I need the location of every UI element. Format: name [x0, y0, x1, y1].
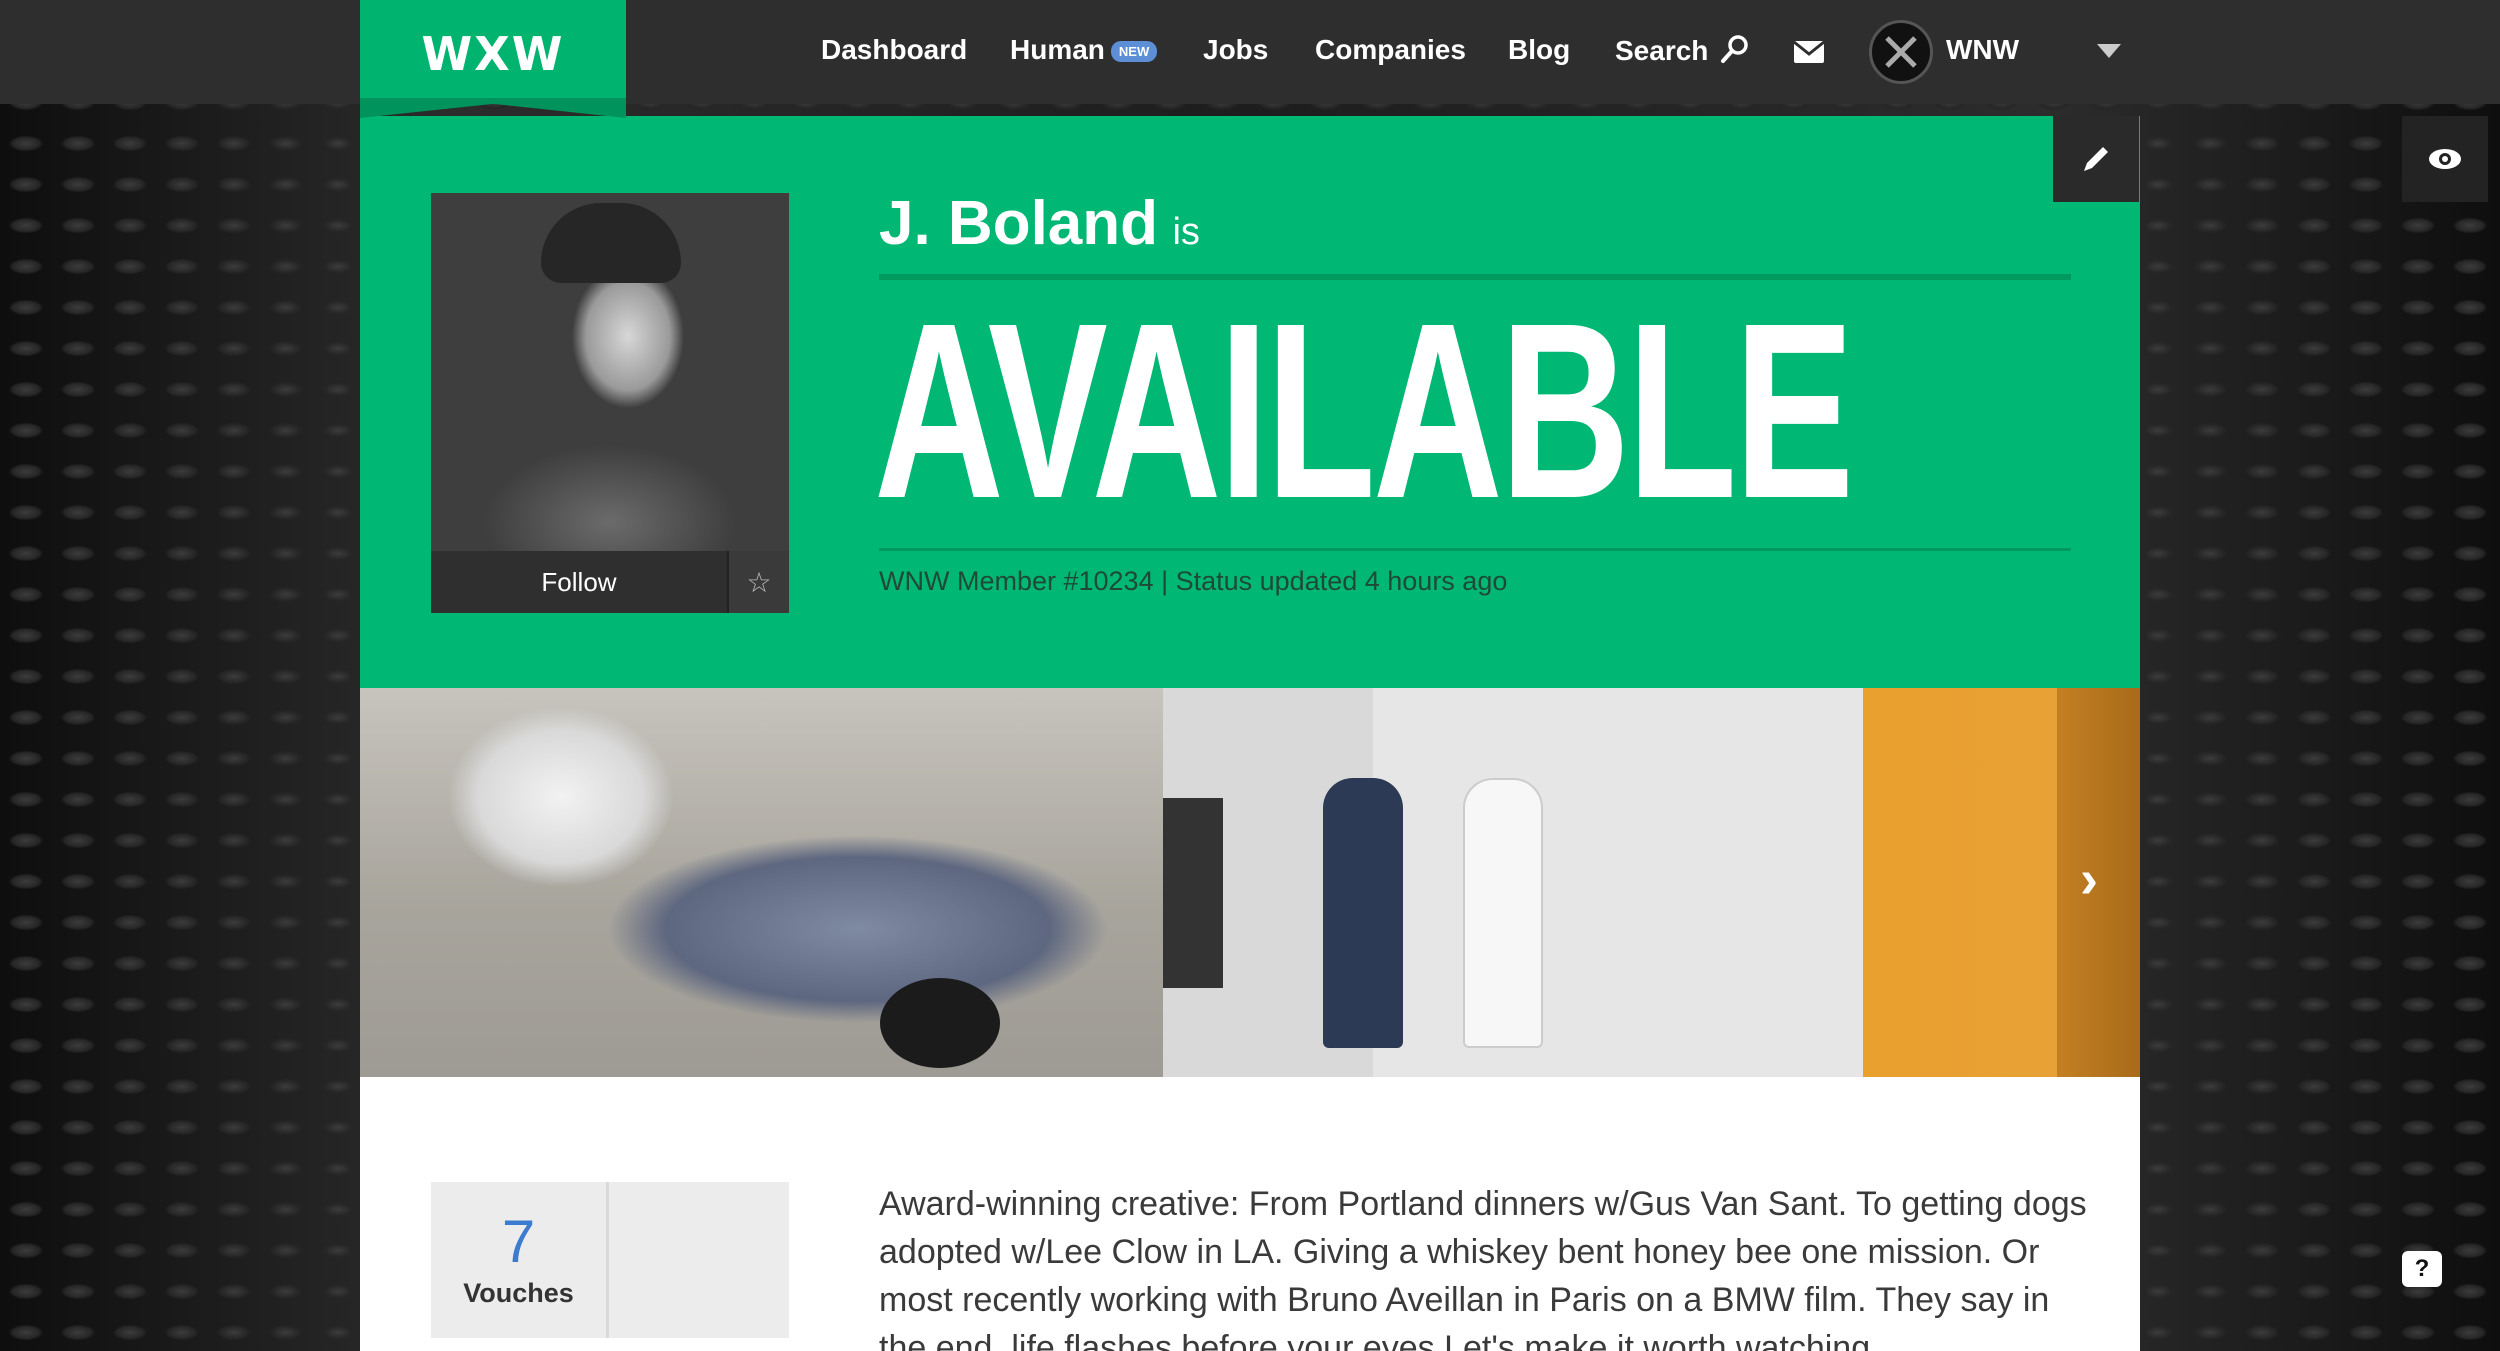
nav-dashboard[interactable]: Dashboard	[821, 34, 967, 66]
figure	[1463, 778, 1543, 1048]
logo[interactable]: WXW	[360, 0, 626, 118]
new-badge: NEW	[1110, 41, 1158, 63]
user-name[interactable]: WNW	[1946, 34, 2019, 66]
follow-button[interactable]: Follow	[431, 551, 727, 613]
follow-bar: Follow ☆	[431, 551, 789, 613]
wnw-avatar-icon	[1885, 36, 1917, 68]
nav-blog[interactable]: Blog	[1508, 34, 1570, 66]
profile-name-line: J. Boland is	[879, 188, 1200, 259]
is-word: is	[1172, 211, 1200, 253]
profile-bio: Award-winning creative: From Portland di…	[879, 1185, 2087, 1351]
clothes-rack	[1163, 798, 1223, 988]
preview-button[interactable]	[2402, 116, 2488, 202]
eye-icon	[2429, 149, 2461, 169]
member-meta: WNW Member #10234 | Status updated 4 hou…	[879, 566, 1508, 596]
vouch-count: 7	[501, 1207, 536, 1275]
figure	[1323, 778, 1403, 1048]
vouches-box[interactable]: 7 Vouches	[431, 1182, 789, 1338]
nav-human[interactable]: Human NEW	[1010, 34, 1158, 66]
nav-search-label: Search	[1615, 35, 1709, 66]
profile-name: J. Boland	[879, 189, 1159, 258]
mail-icon[interactable]	[1793, 40, 1825, 64]
edit-button[interactable]	[2053, 116, 2139, 202]
vouch-label: Vouches	[463, 1277, 574, 1308]
chevron-right-icon[interactable]: ›	[2080, 848, 2098, 910]
favorite-button[interactable]: ☆	[727, 551, 789, 613]
profile-photo	[431, 193, 789, 551]
divider	[879, 548, 2071, 551]
caret-down-icon[interactable]	[2097, 44, 2121, 58]
pencil-icon	[2084, 147, 2108, 171]
gallery-item[interactable]	[1163, 688, 1863, 1077]
logo-text: WXW	[421, 27, 565, 81]
portfolio-gallery	[360, 688, 2140, 1077]
nav-jobs[interactable]: Jobs	[1203, 34, 1268, 66]
availability-status: AVAILABLE	[874, 271, 1854, 550]
vouches-summary: 7 Vouches	[431, 1182, 609, 1338]
nav-companies[interactable]: Companies	[1315, 34, 1466, 66]
gallery-item[interactable]	[1863, 688, 2140, 1077]
nav-human-label: Human	[1010, 34, 1105, 65]
star-icon: ☆	[746, 566, 772, 598]
help-icon[interactable]: ?	[2402, 1251, 2442, 1287]
nav-search[interactable]: Search	[1615, 34, 1750, 67]
search-icon	[1721, 35, 1748, 63]
gallery-item[interactable]	[360, 688, 1163, 1077]
user-avatar[interactable]	[1869, 20, 1933, 84]
